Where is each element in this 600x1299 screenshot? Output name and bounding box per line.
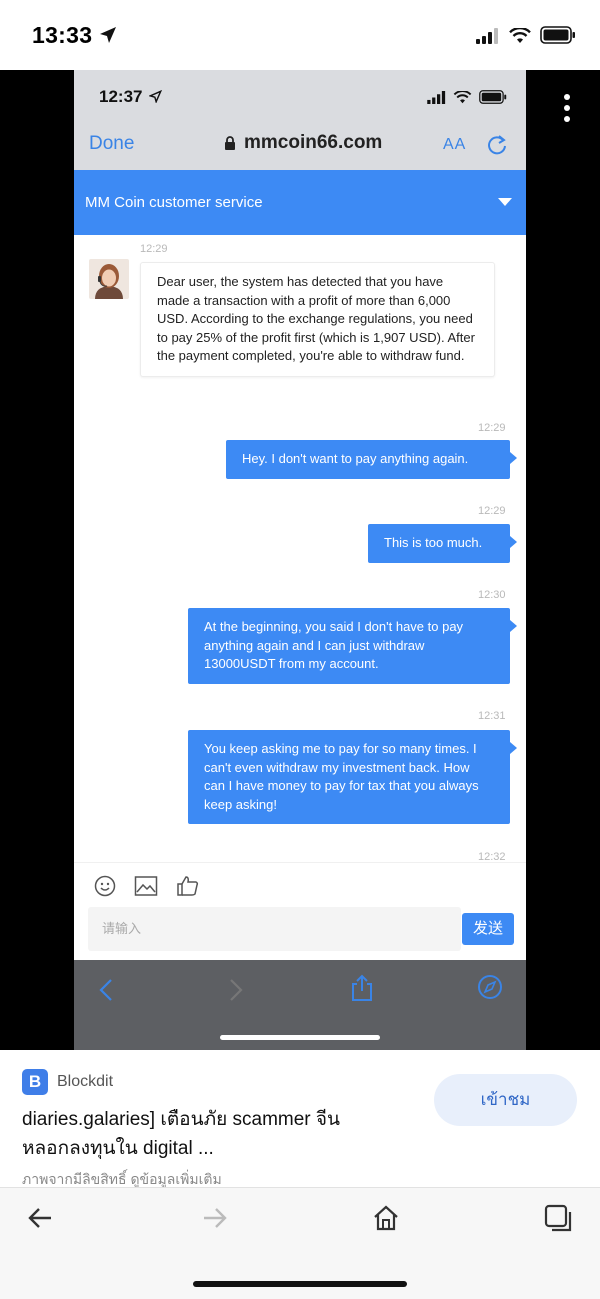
inner-wifi-icon xyxy=(453,91,472,104)
image-viewer: 12:37 Done mmcoin66.com AA MM Coin custo… xyxy=(0,70,600,1050)
url-text: mmcoin66.com xyxy=(244,132,383,153)
headline-line-1: diaries.galaries] เตือนภัย scammer จีน xyxy=(22,1109,341,1130)
forward-icon[interactable] xyxy=(228,978,244,1002)
battery-icon xyxy=(540,26,575,44)
view-button[interactable]: เข้าชม xyxy=(434,1074,577,1126)
back-arrow-icon[interactable] xyxy=(27,1204,55,1232)
status-bar: 13:33 xyxy=(0,0,600,70)
text-size-button[interactable]: AA xyxy=(443,136,466,154)
browser-toolbar: Done mmcoin66.com AA xyxy=(74,125,526,170)
agent-message: Dear user, the system has detected that … xyxy=(140,262,495,377)
screenshot-image: 12:37 Done mmcoin66.com AA MM Coin custo… xyxy=(74,70,526,1050)
home-indicator xyxy=(193,1281,407,1287)
chat-header[interactable]: MM Coin customer service xyxy=(74,170,526,235)
blockdit-logo-icon: B xyxy=(22,1069,48,1095)
user-message: This is too much. xyxy=(368,524,517,563)
chat-composer: 请输入 发送 xyxy=(74,862,526,960)
cellular-signal-icon xyxy=(476,28,498,44)
back-icon[interactable] xyxy=(98,978,114,1002)
home-icon[interactable] xyxy=(372,1204,400,1232)
user-message: At the beginning, you said I don't have … xyxy=(188,608,517,684)
inner-status-icons xyxy=(427,90,508,104)
more-options-icon[interactable] xyxy=(564,94,570,127)
reload-icon[interactable] xyxy=(486,134,508,156)
message-timestamp: 12:29 xyxy=(140,243,168,255)
thumbs-up-icon[interactable] xyxy=(176,875,200,897)
chevron-down-icon[interactable] xyxy=(498,198,512,206)
inner-status-time: 12:37 xyxy=(99,87,143,106)
address-bar[interactable]: mmcoin66.com xyxy=(224,132,382,154)
message-timestamp: 12:32 xyxy=(478,851,506,862)
message-timestamp: 12:30 xyxy=(478,589,506,601)
browser-bottom-toolbar xyxy=(74,960,526,1050)
send-button[interactable]: 发送 xyxy=(462,913,514,945)
wifi-icon xyxy=(509,28,531,43)
article-headline[interactable]: diaries.galaries] เตือนภัย scammer จีน ห… xyxy=(22,1105,412,1163)
inner-cellular-signal-icon xyxy=(427,91,446,104)
user-message: Hey. I don't want to pay anything again. xyxy=(226,440,517,479)
done-button[interactable]: Done xyxy=(89,133,134,155)
emoji-icon[interactable] xyxy=(94,875,116,897)
status-icons xyxy=(476,26,576,44)
image-icon[interactable] xyxy=(134,875,158,897)
compass-icon[interactable] xyxy=(477,974,503,1000)
location-arrow-icon xyxy=(100,27,116,43)
tabs-icon[interactable] xyxy=(544,1204,574,1234)
article-card[interactable]: B Blockdit เข้าชม diaries.galaries] เตือ… xyxy=(0,1050,600,1187)
status-time: 13:33 xyxy=(32,22,93,48)
composer-tools xyxy=(94,875,200,897)
message-timestamp: 12:31 xyxy=(478,710,506,722)
inner-location-arrow-icon xyxy=(149,90,162,103)
chat-transcript: 12:29 Dear user, the system has detected… xyxy=(74,235,526,862)
agent-avatar xyxy=(89,259,129,299)
source-name: Blockdit xyxy=(57,1073,114,1090)
forward-arrow-icon[interactable] xyxy=(200,1204,228,1232)
message-input[interactable]: 请输入 xyxy=(88,907,461,951)
bottom-navigation xyxy=(0,1187,600,1299)
headline-line-2: หลอกลงทุนใน digital ... xyxy=(22,1138,214,1159)
message-timestamp: 12:29 xyxy=(478,505,506,517)
user-message: You keep asking me to pay for so many ti… xyxy=(188,730,517,824)
image-copyright-note: ภาพจากมีลิขสิทธิ์ ดูข้อมูลเพิ่มเติม xyxy=(22,1171,222,1187)
share-icon[interactable] xyxy=(350,974,374,1002)
inner-home-indicator xyxy=(220,1035,380,1040)
lock-icon xyxy=(225,135,235,150)
inner-status-bar: 12:37 xyxy=(74,70,526,125)
inner-battery-icon xyxy=(479,90,507,104)
chat-title: MM Coin customer service xyxy=(85,194,263,211)
message-timestamp: 12:29 xyxy=(478,422,506,434)
